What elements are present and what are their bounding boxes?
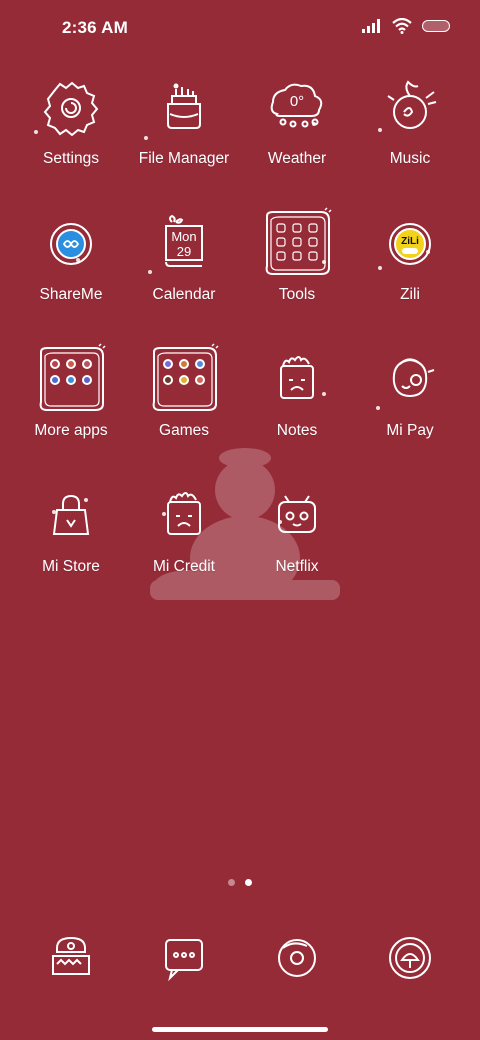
weather-temp: 0° [290,93,304,110]
app-folder-games[interactable]: Games [126,342,242,440]
browser-icon [259,920,335,996]
settings-icon [33,70,109,146]
music-icon [372,70,448,146]
netflix-icon [259,478,335,554]
zili-logo-text: ZiLi [401,236,419,247]
folder-icon [33,342,109,418]
folder-icon [146,342,222,418]
zili-icon: ZiLi [372,206,448,282]
phone-icon [33,920,109,996]
page-dot-1[interactable] [228,879,235,886]
app-label: Zili [400,286,420,303]
app-notes[interactable]: Notes [239,342,355,440]
mi-credit-icon [146,478,222,554]
signal-icon [362,19,380,33]
app-label: Games [159,422,209,439]
app-label: Notes [276,422,318,439]
status-bar: 2:36 AM [0,0,480,56]
message-icon [146,920,222,996]
app-label: More apps [34,422,108,439]
app-netflix[interactable]: Netflix [239,478,355,576]
dock-app-camera[interactable] [352,920,468,996]
page-dot-2[interactable] [245,879,252,886]
app-label: Tools [278,286,316,303]
dock-app-messages[interactable] [126,920,242,996]
app-mi-credit[interactable]: Mi Credit [126,478,242,576]
dock-app-phone[interactable] [13,920,129,996]
calendar-date: 29 [177,244,191,259]
dock-app-browser[interactable] [239,920,355,996]
wifi-icon [392,18,412,34]
app-settings[interactable]: Settings [13,70,129,168]
gesture-nav-handle[interactable] [152,1027,328,1032]
status-icons [362,18,450,34]
app-mi-store[interactable]: Mi Store [13,478,129,576]
app-label: Mi Pay [386,422,434,439]
app-mi-pay[interactable]: Mi Pay [352,342,468,440]
calendar-icon: Mon 29 [146,206,222,282]
app-folder-more-apps[interactable]: More apps [13,342,129,440]
app-label: Mi Store [42,558,100,575]
app-folder-tools[interactable]: Tools [239,206,355,304]
notes-icon [259,342,335,418]
app-file-manager[interactable]: File Manager [126,70,242,168]
battery-icon [422,20,450,32]
shareme-icon [33,206,109,282]
app-label: Weather [267,150,327,167]
camera-icon [372,920,448,996]
app-label: Mi Credit [152,558,215,575]
dock [0,920,480,1000]
folder-icon [259,206,335,282]
shopping-bag-icon [33,478,109,554]
calendar-day: Mon [171,229,196,244]
app-zili[interactable]: ZiLi Zili [352,206,468,304]
app-calendar[interactable]: Mon 29 Calendar [126,206,242,304]
app-label: Netflix [275,558,319,575]
mi-pay-icon [372,342,448,418]
clock-time: 2:36 AM [62,18,128,37]
app-weather[interactable]: 0° Weather [239,70,355,168]
app-music[interactable]: Music [352,70,468,168]
app-shareme[interactable]: ShareMe [13,206,129,304]
file-manager-icon [146,70,222,146]
page-indicator [0,879,480,886]
app-label: File Manager [138,150,230,167]
app-label: Music [389,150,431,167]
weather-cloud-icon: 0° [259,70,335,146]
app-label: Calendar [152,286,216,303]
app-label: Settings [42,150,99,167]
app-label: ShareMe [39,286,103,303]
